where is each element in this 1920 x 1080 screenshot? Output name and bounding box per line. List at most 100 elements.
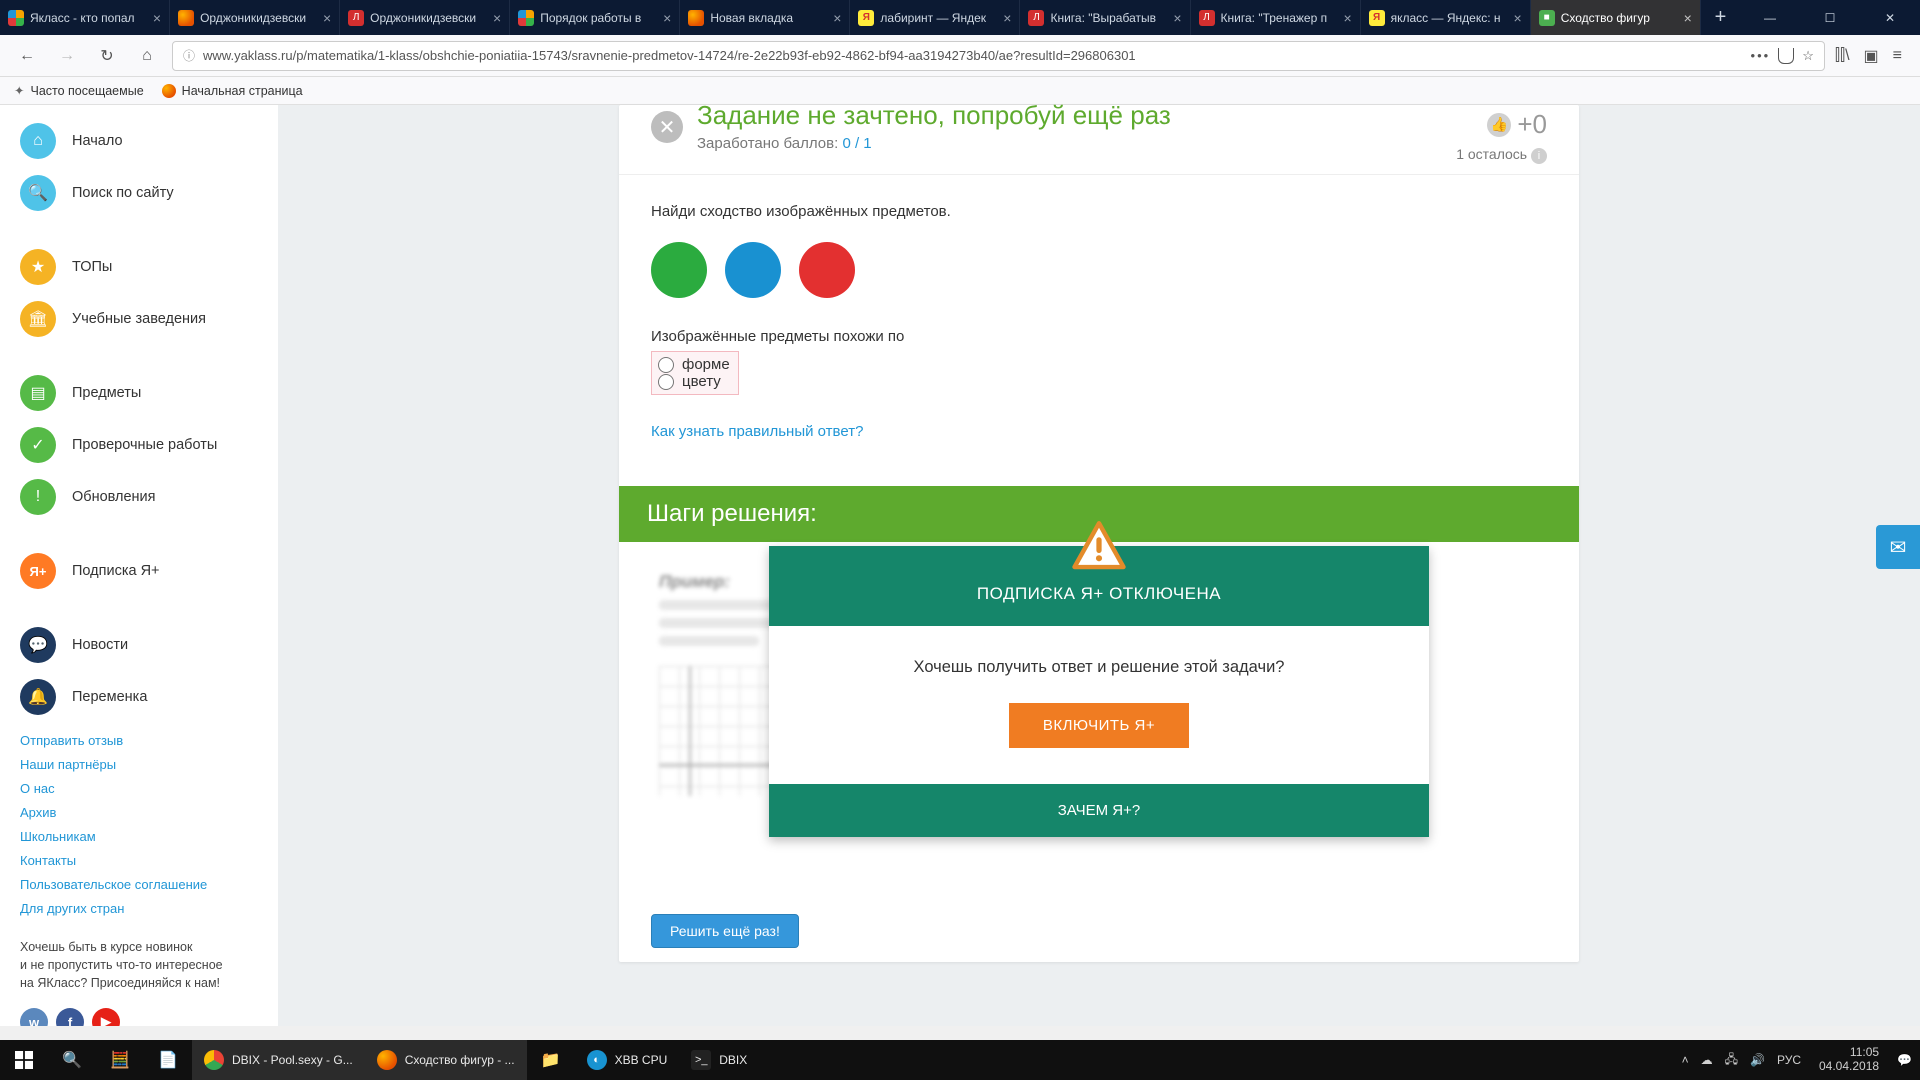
calculator-icon[interactable]: 🧮: [96, 1040, 144, 1080]
explorer-icon[interactable]: 📁: [527, 1040, 575, 1080]
sidebar-item-subscribe[interactable]: Я+Подписка Я+: [0, 545, 278, 597]
link-feedback[interactable]: Отправить отзыв: [20, 733, 258, 748]
close-icon[interactable]: ×: [323, 10, 331, 26]
tray-chevron-icon[interactable]: ˄: [1682, 1053, 1689, 1067]
radio-color[interactable]: [658, 374, 674, 390]
bell-icon: 🔔: [20, 679, 56, 715]
enable-yaplus-button[interactable]: ВКЛЮЧИТЬ Я+: [1009, 703, 1189, 748]
search-button[interactable]: 🔍: [48, 1040, 96, 1080]
tab-label: Порядок работы в: [540, 11, 657, 25]
radio-shape[interactable]: [658, 357, 674, 373]
bookmark-frequent[interactable]: ✦Часто посещаемые: [14, 83, 144, 98]
volume-icon[interactable]: 🔊: [1750, 1053, 1765, 1067]
notifications-icon[interactable]: 💬: [1897, 1053, 1912, 1067]
close-window-button[interactable]: ✕: [1860, 0, 1920, 35]
bookmark-start[interactable]: Начальная страница: [162, 84, 303, 98]
minimize-button[interactable]: —: [1740, 0, 1800, 35]
url-bar[interactable]: ⓘ www.yaklass.ru/p/matematika/1-klass/ob…: [172, 41, 1825, 71]
library-icon[interactable]: ⫿⫿\: [1835, 47, 1850, 65]
tab-0[interactable]: Якласс - кто попал×: [0, 0, 170, 35]
menu-icon[interactable]: ≡: [1893, 47, 1902, 65]
option-color[interactable]: цвету: [658, 373, 730, 390]
close-icon[interactable]: ×: [1514, 10, 1522, 26]
yaplus-icon: Я+: [20, 553, 56, 589]
new-tab-button[interactable]: +: [1701, 0, 1740, 35]
book-icon: ▤: [20, 375, 56, 411]
why-yaplus-button[interactable]: ЗАЧЕМ Я+?: [769, 784, 1429, 837]
info-icon[interactable]: i: [1531, 148, 1547, 164]
link-terms[interactable]: Пользовательское соглашение: [20, 877, 258, 892]
back-button[interactable]: ←: [12, 41, 42, 71]
start-button[interactable]: [0, 1040, 48, 1080]
sidebar-item-checks[interactable]: ✓Проверочные работы: [0, 419, 278, 471]
link-students[interactable]: Школьникам: [20, 829, 258, 844]
vk-icon[interactable]: w: [20, 1008, 48, 1026]
close-icon[interactable]: ×: [1684, 10, 1692, 26]
modal-text: Хочешь получить ответ и решение этой зад…: [789, 658, 1409, 677]
taskbar-app-firefox[interactable]: Сходство фигур - ...: [365, 1040, 527, 1080]
tab-1[interactable]: Орджоникидзевски×: [170, 0, 340, 35]
onedrive-icon[interactable]: ☁: [1701, 1053, 1713, 1067]
link-archive[interactable]: Архив: [20, 805, 258, 820]
link-contacts[interactable]: Контакты: [20, 853, 258, 868]
sidebar-item-updates[interactable]: !Обновления: [0, 471, 278, 523]
close-icon[interactable]: ×: [1343, 10, 1351, 26]
sidebar-item-home[interactable]: ⌂Начало: [0, 115, 278, 167]
link-about[interactable]: О нас: [20, 781, 258, 796]
taskbar-app-dbix[interactable]: >_DBIX: [679, 1040, 759, 1080]
close-icon[interactable]: ×: [1173, 10, 1181, 26]
task-header: ✕ Задание не зачтено, попробуй ещё раз З…: [619, 105, 1579, 175]
taskbar-app-xbb[interactable]: ◐XBB CPU: [575, 1040, 680, 1080]
facebook-icon[interactable]: f: [56, 1008, 84, 1026]
forward-button[interactable]: →: [52, 41, 82, 71]
tab-2[interactable]: ЛОрджоникидзевски×: [340, 0, 510, 35]
clock[interactable]: 11:0504.04.2018: [1813, 1046, 1885, 1074]
close-icon[interactable]: ×: [1003, 10, 1011, 26]
close-icon[interactable]: ×: [663, 10, 671, 26]
sidebar-item-news[interactable]: 💬Новости: [0, 619, 278, 671]
window-controls: — ☐ ✕: [1740, 0, 1920, 35]
close-icon[interactable]: ×: [153, 10, 161, 26]
link-partners[interactable]: Наши партнёры: [20, 757, 258, 772]
mail-float-button[interactable]: ✉: [1876, 525, 1920, 569]
sidebar-item-search[interactable]: 🔍Поиск по сайту: [0, 167, 278, 219]
star-icon[interactable]: ☆: [1802, 48, 1814, 64]
thumb-icon: 👍: [1487, 113, 1511, 137]
tab-9-active[interactable]: ■Сходство фигур×: [1531, 0, 1701, 35]
tab-8[interactable]: Яякласс — Яндекс: н×: [1361, 0, 1531, 35]
more-icon[interactable]: •••: [1751, 48, 1771, 63]
terminal-icon: >_: [691, 1050, 711, 1070]
system-tray: ˄ ☁ 🖧 🔊 РУС 11:0504.04.2018 💬: [1682, 1046, 1920, 1074]
close-icon[interactable]: ×: [493, 10, 501, 26]
taskbar-app-chrome[interactable]: DBIX - Pool.sexy - G...: [192, 1040, 365, 1080]
language-indicator[interactable]: РУС: [1777, 1053, 1801, 1067]
network-icon[interactable]: 🖧: [1725, 1050, 1738, 1071]
howto-link[interactable]: Как узнать правильный ответ?: [651, 423, 1547, 440]
cross-icon: ✕: [651, 111, 683, 143]
sidebar-icon[interactable]: ▣: [1864, 46, 1879, 66]
sidebar-item-schools[interactable]: 🏛Учебные заведения: [0, 293, 278, 345]
app-icon: ◐: [587, 1050, 607, 1070]
close-icon[interactable]: ×: [833, 10, 841, 26]
sidebar-item-subjects[interactable]: ▤Предметы: [0, 367, 278, 419]
tab-7[interactable]: ЛКнига: "Тренажер п×: [1191, 0, 1361, 35]
retry-button[interactable]: Решить ещё раз!: [651, 914, 799, 948]
notepad-icon[interactable]: 📄: [144, 1040, 192, 1080]
tab-3[interactable]: Порядок работы в ×: [510, 0, 680, 35]
reload-button[interactable]: ↻: [92, 41, 122, 71]
pocket-icon[interactable]: [1778, 48, 1794, 64]
maximize-button[interactable]: ☐: [1800, 0, 1860, 35]
home-button[interactable]: ⌂: [132, 41, 162, 71]
link-countries[interactable]: Для других стран: [20, 901, 258, 916]
tab-label: Новая вкладка: [710, 11, 827, 25]
youtube-icon[interactable]: ▶: [92, 1008, 120, 1026]
sidebar-item-tops[interactable]: ★ТОПы: [0, 241, 278, 293]
tab-4[interactable]: Новая вкладка ×: [680, 0, 850, 35]
option-shape[interactable]: форме: [658, 356, 730, 373]
home-icon: ⌂: [20, 123, 56, 159]
bookmark-label: Начальная страница: [182, 84, 303, 98]
favicon-icon: Л: [1028, 10, 1044, 26]
tab-6[interactable]: ЛКнига: "Вырабатыв×: [1020, 0, 1190, 35]
sidebar-item-break[interactable]: 🔔Переменка: [0, 671, 278, 723]
tab-5[interactable]: Ялабиринт — Яндек×: [850, 0, 1020, 35]
